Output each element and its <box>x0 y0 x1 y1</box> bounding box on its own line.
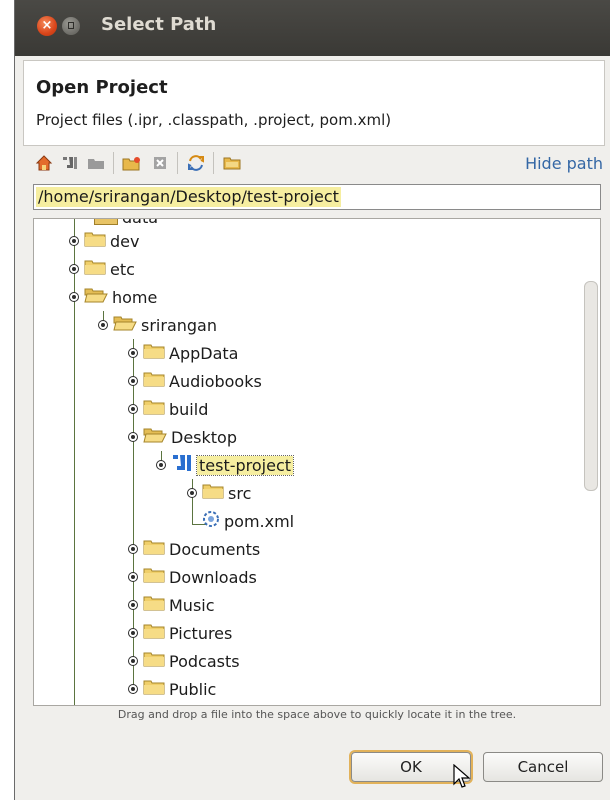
toolbar: Hide path <box>29 150 603 178</box>
intellij-project-icon <box>171 452 193 478</box>
expand-toggle-icon[interactable] <box>68 291 80 303</box>
folder-icon <box>84 231 106 251</box>
expand-toggle-icon[interactable] <box>155 459 167 471</box>
home-icon[interactable] <box>33 152 55 174</box>
minimize-icon[interactable] <box>62 17 80 35</box>
dialog-subtitle: Project files (.ipr, .classpath, .projec… <box>36 111 392 129</box>
folder-open-icon <box>84 287 108 307</box>
intellij-project-icon[interactable] <box>59 152 81 174</box>
drag-drop-hint: Drag and drop a file into the space abov… <box>117 708 517 721</box>
folder-icon <box>143 567 165 587</box>
folder-icon <box>143 595 165 615</box>
tree-item-appdata[interactable]: AppData <box>127 341 238 365</box>
background-page-edge <box>0 0 14 800</box>
folder-icon <box>143 343 165 363</box>
expand-toggle-icon[interactable] <box>186 487 198 499</box>
folder-open-icon <box>143 427 167 447</box>
tree-item-downloads[interactable]: Downloads <box>127 565 257 589</box>
folder-nav-icon[interactable] <box>85 152 107 174</box>
tree-item-pom-xml[interactable]: pom.xml <box>186 509 294 533</box>
dialog-header: Open Project Project files (.ipr, .class… <box>23 60 605 146</box>
select-path-dialog: × Select Path Open Project Project files… <box>14 0 610 800</box>
folder-icon <box>143 679 165 699</box>
folder-icon <box>143 623 165 643</box>
tree-item-label: Pictures <box>169 623 233 643</box>
tree-item-documents[interactable]: Documents <box>127 537 260 561</box>
tree-item-label: build <box>169 399 209 419</box>
tree-item-label: home <box>112 287 158 307</box>
tree-item-src[interactable]: src <box>186 481 251 505</box>
tree-item-dev[interactable]: dev <box>68 229 139 253</box>
tree-item-label: Podcasts <box>169 651 240 671</box>
expand-toggle-icon[interactable] <box>127 431 139 443</box>
file-tree[interactable]: data dev etc home srirangan AppData Audiobook… <box>33 218 601 706</box>
folder-icon <box>84 259 106 279</box>
tree-item-label: Downloads <box>169 567 257 587</box>
expand-toggle-icon[interactable] <box>127 627 139 639</box>
tree-item-podcasts[interactable]: Podcasts <box>127 649 240 673</box>
mouse-cursor-icon <box>453 763 471 794</box>
tree-scrollbar-thumb[interactable] <box>584 281 598 491</box>
tree-item-label: etc <box>110 259 135 279</box>
expand-toggle-icon[interactable] <box>97 319 109 331</box>
tree-item-label: Audiobooks <box>169 371 262 391</box>
expand-toggle-icon[interactable] <box>127 599 139 611</box>
close-icon[interactable]: × <box>37 16 57 36</box>
path-input[interactable]: /home/srirangan/Desktop/test-project <box>33 184 601 210</box>
tree-item-label: srirangan <box>141 315 217 335</box>
folder-icon <box>143 539 165 559</box>
tree-item-label: AppData <box>169 343 239 363</box>
hide-path-link[interactable]: Hide path <box>525 154 603 173</box>
tree-item-label: test-project <box>195 454 295 476</box>
tree-item-home[interactable]: home <box>68 285 157 309</box>
expand-toggle-icon[interactable] <box>127 655 139 667</box>
tree-item-label: Public <box>169 679 217 699</box>
tree-item-label: dev <box>110 231 140 251</box>
refresh-icon[interactable] <box>185 152 207 174</box>
tree-item-test-project[interactable]: test-project <box>155 452 295 478</box>
expand-toggle-icon[interactable] <box>68 263 80 275</box>
tree-item-pictures[interactable]: Pictures <box>127 621 232 645</box>
dialog-title: Open Project <box>36 77 168 98</box>
folder-icon <box>143 371 165 391</box>
toolbar-separator <box>177 152 178 174</box>
tree-item-audiobooks[interactable]: Audiobooks <box>127 369 262 393</box>
folder-icon <box>202 483 224 503</box>
folder-open-icon <box>113 315 137 335</box>
expand-toggle-icon[interactable] <box>127 571 139 583</box>
expand-toggle-icon[interactable] <box>127 543 139 555</box>
new-folder-icon[interactable] <box>121 152 143 174</box>
expand-toggle-icon[interactable] <box>127 375 139 387</box>
tree-item-srirangan[interactable]: srirangan <box>97 313 217 337</box>
expand-toggle-icon[interactable] <box>127 403 139 415</box>
titlebar: × Select Path <box>15 0 610 56</box>
tree-item-music[interactable]: Music <box>127 593 215 617</box>
expand-toggle-icon[interactable] <box>127 683 139 695</box>
tree-item-etc[interactable]: etc <box>68 257 135 281</box>
expand-toggle-icon[interactable] <box>68 235 80 247</box>
tree-item-partial: data <box>94 219 158 229</box>
path-input-value: /home/srirangan/Desktop/test-project <box>36 187 341 207</box>
tree-item-desktop[interactable]: Desktop <box>127 425 237 449</box>
tree-item-label: Music <box>169 595 215 615</box>
expand-toggle-icon[interactable] <box>127 347 139 359</box>
tree-item-label: Documents <box>169 539 261 559</box>
show-hidden-icon[interactable] <box>221 152 243 174</box>
tree-item-label: pom.xml <box>224 511 295 531</box>
maven-file-icon <box>202 510 220 532</box>
toolbar-separator <box>113 152 114 174</box>
folder-icon <box>143 651 165 671</box>
cancel-button[interactable]: Cancel <box>483 752 603 782</box>
toolbar-separator <box>213 152 214 174</box>
tree-item-label: Desktop <box>171 427 237 447</box>
delete-icon[interactable] <box>149 152 171 174</box>
window-title: Select Path <box>101 14 217 35</box>
tree-item-build[interactable]: build <box>127 397 208 421</box>
tree-item-public[interactable]: Public <box>127 677 216 701</box>
tree-item-label: src <box>228 483 252 503</box>
folder-icon <box>143 399 165 419</box>
